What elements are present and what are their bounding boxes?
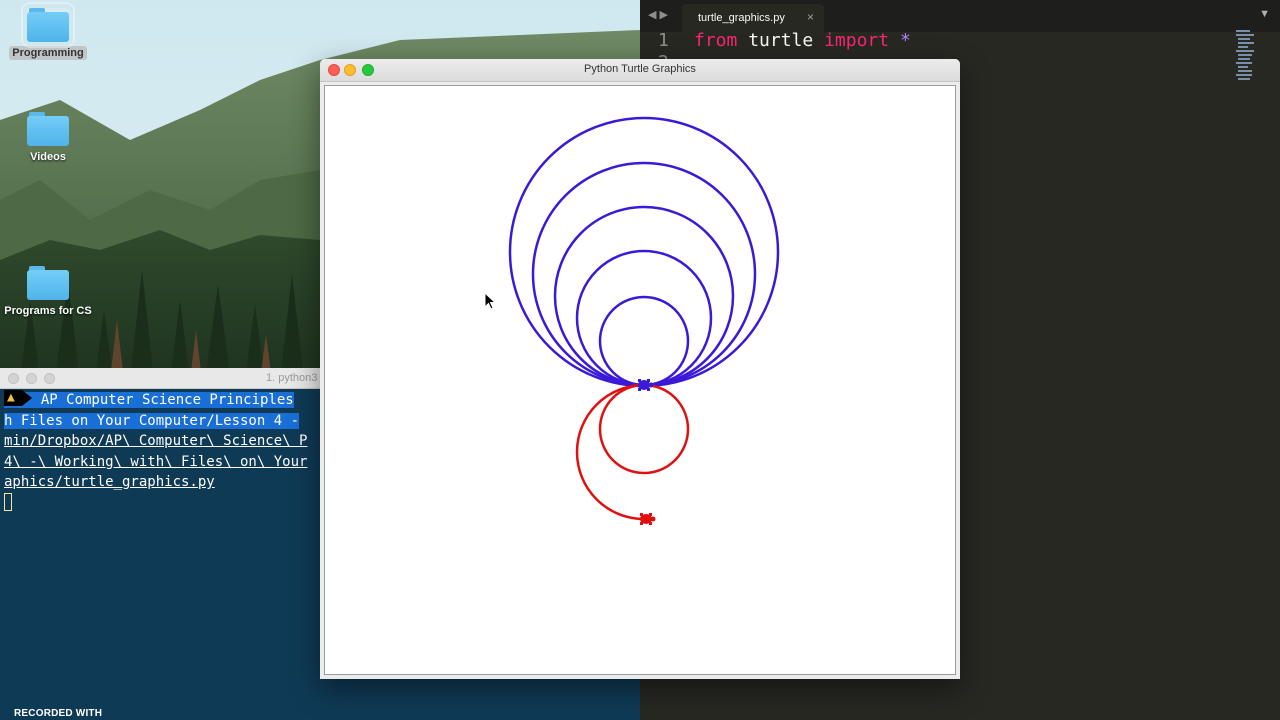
terminal-titlebar[interactable]: 1. python3 (0, 368, 320, 389)
turtle-drawing (508, 116, 780, 525)
red-circle (598, 383, 690, 475)
turtle-window-titlebar[interactable]: Python Turtle Graphics (320, 59, 960, 82)
red-path (575, 383, 690, 521)
folder-icon (27, 112, 69, 146)
terminal-line: min/Dropbox/AP\ Computer\ Science\ P (4, 433, 308, 449)
line-number: 1 (658, 30, 669, 51)
zoom-button[interactable] (44, 373, 55, 384)
folder-label: Videos (30, 151, 66, 163)
folder-label: Programming (9, 46, 87, 60)
blue-circles (508, 116, 780, 388)
code-line[interactable]: from turtle import * (694, 30, 911, 52)
desktop-folder-programs-for-cs[interactable]: Programs for CS (0, 266, 96, 319)
folder-icon (21, 2, 75, 48)
tab-nav-arrows-icon[interactable]: ◀▶ (648, 8, 671, 21)
terminal-title: 1. python3 (266, 372, 318, 384)
folder-label: Programs for CS (4, 305, 92, 317)
close-button[interactable] (8, 373, 19, 384)
red-turtle-icon (640, 513, 656, 525)
blue-circle (598, 295, 690, 387)
terminal-line: AP Computer Science Principles (40, 392, 294, 408)
red-arc (575, 383, 645, 521)
code-keyword: import (824, 30, 890, 51)
recorder-watermark: RECORDED WITH (14, 708, 103, 719)
blue-circle (531, 161, 757, 387)
desktop-folder-programming[interactable]: Programming (0, 2, 96, 61)
code-identifier: turtle (748, 30, 814, 51)
terminal-line: aphics/turtle_graphics.py (4, 474, 215, 490)
tab-label: turtle_graphics.py (698, 12, 785, 24)
terminal-output[interactable]: ▲ AP Computer Science Principles h Files… (4, 390, 307, 513)
window-title: Python Turtle Graphics (584, 63, 696, 75)
terminal-window[interactable]: 1. python3 ▲ AP Computer Science Princip… (0, 368, 320, 720)
mouse-pointer-icon (484, 292, 497, 310)
folder-icon (27, 266, 69, 300)
minimap[interactable] (1234, 30, 1260, 84)
terminal-cursor (4, 492, 12, 511)
terminal-line: 4\ -\ Working\ with\ Files\ on\ Your (4, 453, 308, 470)
turtle-canvas[interactable] (324, 85, 956, 675)
blue-circle (575, 249, 713, 387)
blue-turtle-icon (638, 379, 654, 391)
chevron-down-icon[interactable]: ▼ (1259, 8, 1270, 20)
desktop-folder-videos[interactable]: Videos (0, 112, 96, 165)
terminal-line: h Files on Your Computer/Lesson 4 - (4, 412, 300, 429)
turtle-graphics-window[interactable]: Python Turtle Graphics (320, 59, 960, 679)
close-icon[interactable]: × (807, 10, 814, 24)
editor-tabbar: ◀▶ turtle_graphics.py × ▼ (640, 0, 1280, 32)
minimize-button[interactable] (26, 373, 37, 384)
code-keyword: from (694, 30, 738, 51)
code-wildcard: * (899, 30, 911, 51)
prompt-icon: ▲ (4, 390, 32, 406)
tab-turtle-graphics[interactable]: turtle_graphics.py × (682, 4, 824, 32)
